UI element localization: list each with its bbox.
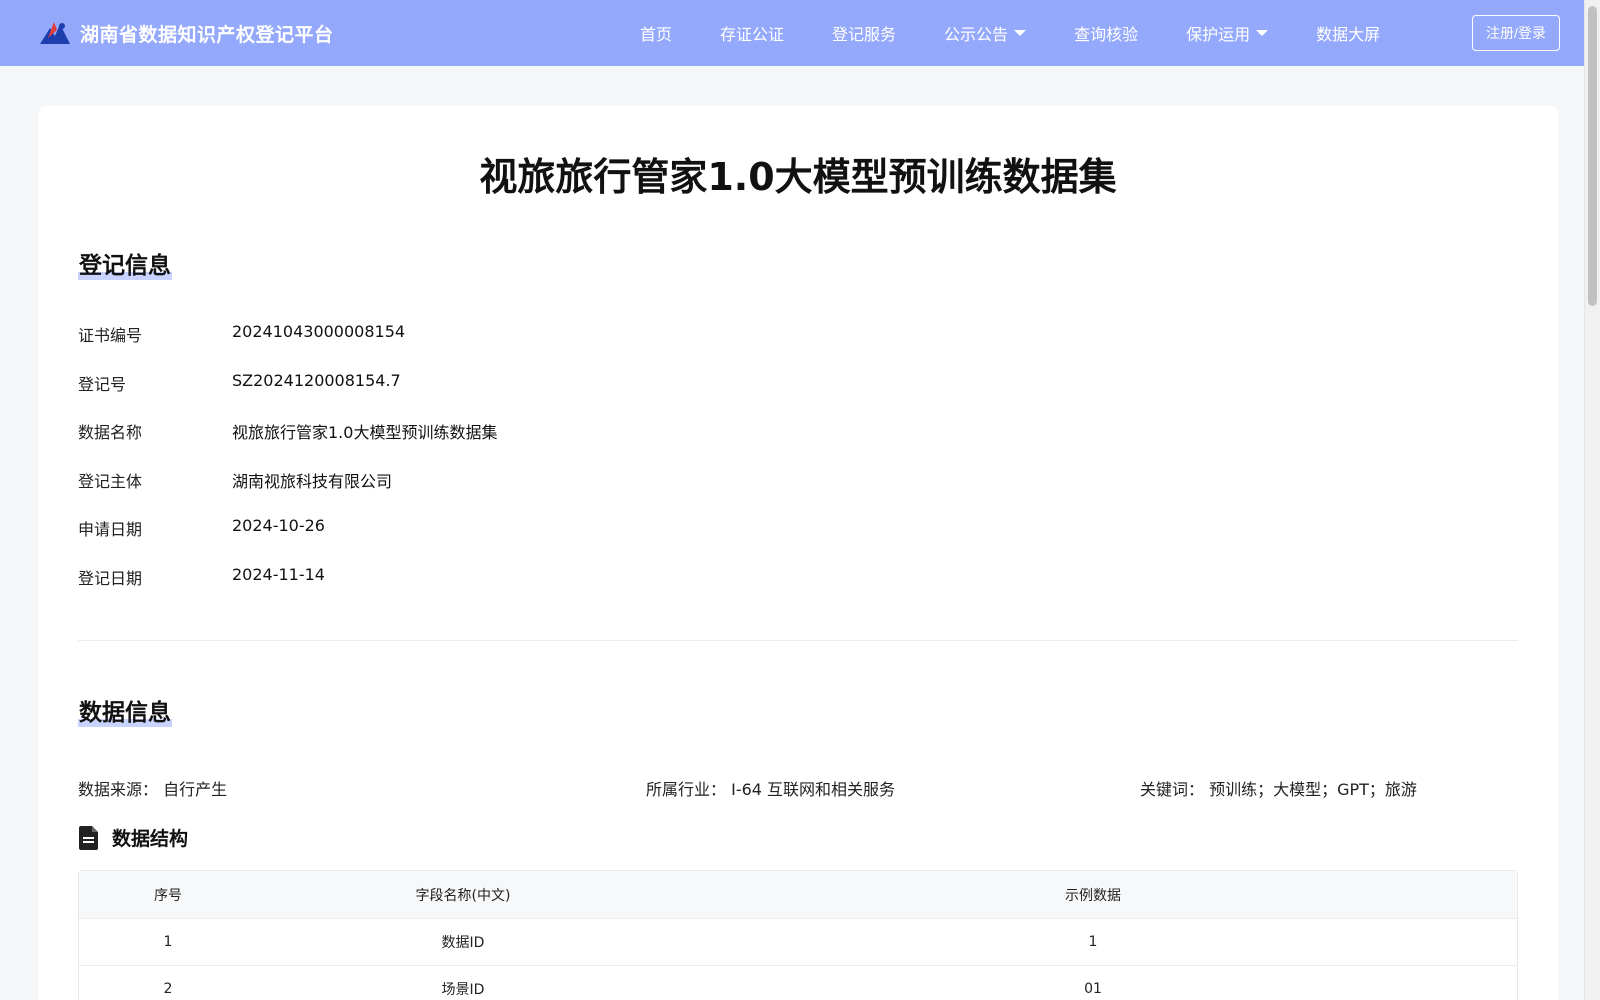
info-value: 2024-11-14	[232, 565, 325, 584]
nav-item-protection[interactable]: 保护运用	[1186, 21, 1269, 45]
info-label: 登记日期	[78, 569, 143, 588]
info-row-registrant: 登记主体 湖南视旅科技有限公司	[78, 468, 392, 492]
data-structure-table: 序号 字段名称(中文) 示例数据 1 数据ID 1 2 场景ID 01	[78, 870, 1518, 1000]
structure-heading: 数据结构	[78, 824, 188, 851]
column-header: 示例数据	[1065, 887, 1121, 904]
caret-down-icon	[1014, 30, 1027, 36]
info-label: 登记号	[78, 375, 127, 394]
info-row-registration-no: 登记号 SZ2024120008154.7	[78, 371, 401, 395]
section-divider	[78, 640, 1518, 641]
column-header: 序号	[154, 887, 182, 904]
structure-title: 数据结构	[112, 828, 189, 850]
info-label: 数据名称	[78, 423, 143, 442]
table-cell: 1	[1088, 934, 1098, 950]
section-title-registration: 登记信息	[78, 246, 172, 280]
detail-card: 视旅旅行管家1.0大模型预训练数据集 登记信息 证书编号 20241043000…	[38, 106, 1558, 1000]
table-cell: 数据ID	[441, 935, 485, 951]
meta-label: 关键词：	[1140, 780, 1205, 799]
info-value: 湖南视旅科技有限公司	[232, 472, 393, 491]
nav-item-label: 数据大屏	[1316, 25, 1381, 44]
info-row-data-name: 数据名称 视旅旅行管家1.0大模型预训练数据集	[78, 419, 497, 443]
info-value: 2024-10-26	[232, 516, 325, 535]
section-title-data-info: 数据信息	[78, 693, 172, 727]
info-row-apply-date: 申请日期 2024-10-26	[78, 516, 325, 540]
data-source: 数据来源： 自行产生	[78, 776, 227, 800]
caret-down-icon	[1256, 30, 1269, 36]
table-row: 1 数据ID 1	[79, 919, 1517, 966]
nav-item-dashboard[interactable]: 数据大屏	[1316, 21, 1380, 45]
info-value: 20241043000008154	[232, 322, 406, 341]
meta-value: I-64 互联网和相关服务	[731, 780, 896, 799]
meta-value: 自行产生	[163, 780, 228, 799]
info-label: 证书编号	[78, 326, 143, 345]
nav-item-label: 存证公证	[720, 25, 785, 44]
login-button[interactable]: 注册/登录	[1472, 15, 1560, 51]
nav-item-label: 首页	[640, 25, 673, 44]
meta-value: 预训练；大模型；GPT；旅游	[1209, 780, 1417, 799]
top-navbar: 湖南省数据知识产权登记平台 首页 存证公证 登记服务 公示公告 查询核验 保护运…	[0, 0, 1600, 66]
nav-item-verify[interactable]: 查询核验	[1074, 21, 1138, 45]
table-cell: 场景ID	[441, 982, 485, 998]
meta-label: 所属行业：	[646, 780, 727, 799]
main-nav: 首页 存证公证 登记服务 公示公告 查询核验 保护运用 数据大屏	[640, 0, 1428, 66]
info-label: 登记主体	[78, 472, 143, 491]
nav-item-label: 登记服务	[832, 25, 897, 44]
keywords: 关键词： 预训练；大模型；GPT；旅游	[1140, 776, 1417, 800]
info-row-certificate-no: 证书编号 20241043000008154	[78, 322, 405, 346]
nav-item-notarization[interactable]: 存证公证	[720, 21, 784, 45]
table-cell: 2	[163, 981, 173, 997]
page-title: 视旅旅行管家1.0大模型预训练数据集	[479, 155, 1117, 199]
nav-item-label: 查询核验	[1074, 25, 1139, 44]
scrollbar-thumb[interactable]	[1588, 6, 1597, 306]
document-icon	[79, 825, 98, 850]
nav-item-home[interactable]: 首页	[640, 21, 672, 45]
table-cell: 1	[163, 934, 173, 950]
nav-item-announcements[interactable]: 公示公告	[944, 21, 1027, 45]
vertical-scrollbar[interactable]	[1584, 0, 1600, 1000]
info-row-register-date: 登记日期 2024-11-14	[78, 565, 325, 589]
meta-label: 数据来源：	[78, 780, 159, 799]
site-title: 湖南省数据知识产权登记平台	[80, 23, 334, 46]
nav-item-label: 保护运用	[1186, 25, 1251, 44]
table-header-row: 序号 字段名称(中文) 示例数据	[79, 871, 1517, 919]
mountain-logo-icon	[40, 22, 70, 44]
info-value: SZ2024120008154.7	[232, 371, 401, 390]
info-value: 视旅旅行管家1.0大模型预训练数据集	[232, 423, 498, 442]
nav-item-registration[interactable]: 登记服务	[832, 21, 896, 45]
table-row: 2 场景ID 01	[79, 966, 1517, 1000]
nav-item-label: 公示公告	[944, 25, 1009, 44]
info-label: 申请日期	[78, 520, 143, 539]
industry: 所属行业： I-64 互联网和相关服务	[646, 776, 895, 800]
table-cell: 01	[1084, 981, 1102, 997]
column-header: 字段名称(中文)	[415, 887, 511, 904]
brand[interactable]: 湖南省数据知识产权登记平台	[38, 18, 334, 48]
